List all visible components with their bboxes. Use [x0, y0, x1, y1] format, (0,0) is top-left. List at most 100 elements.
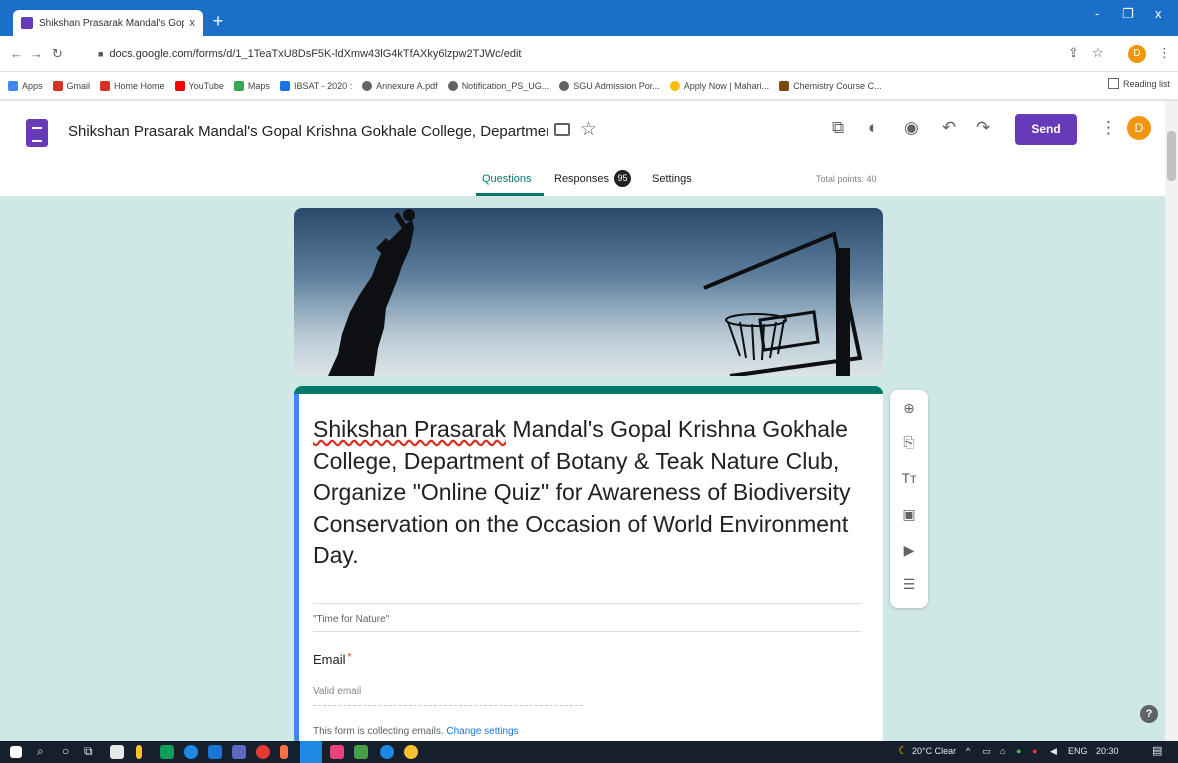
app-icon[interactable]: [330, 745, 344, 759]
back-arrow-icon[interactable]: ←: [10, 46, 23, 61]
addons-puzzle-icon[interactable]: ⧉: [832, 118, 844, 138]
edge-icon[interactable]: [184, 745, 198, 759]
email-field[interactable]: Valid email: [313, 686, 583, 706]
gmail-icon: [52, 80, 63, 91]
bookmark-ibsat[interactable]: IBSAT - 2020 :: [279, 80, 352, 91]
change-settings-link[interactable]: Change settings: [446, 726, 518, 737]
minimize-button[interactable]: -: [1095, 6, 1099, 21]
maps-icon: [233, 80, 244, 91]
close-tab-icon[interactable]: x: [190, 17, 196, 29]
import-questions-icon[interactable]: ⎘: [890, 434, 928, 451]
tray-app-icon[interactable]: ●: [1016, 746, 1021, 756]
windows-start-icon[interactable]: [10, 746, 22, 758]
globe-icon: [362, 80, 373, 91]
add-image-icon[interactable]: ▣: [890, 506, 928, 523]
avatar[interactable]: D: [1127, 116, 1151, 140]
language-indicator[interactable]: ENG: [1068, 746, 1088, 756]
reading-list-button[interactable]: Reading list: [1107, 78, 1170, 89]
bookmark-apply[interactable]: Apply Now | Mahari...: [669, 80, 769, 91]
total-points: Total points: 40: [816, 174, 877, 184]
form-title-field[interactable]: Shikshan Prasarak Mandal's Gopal Krishna…: [313, 414, 858, 572]
chrome-icon[interactable]: [404, 745, 418, 759]
scrollbar-thumb[interactable]: [1167, 131, 1176, 181]
redo-icon[interactable]: ↷: [976, 118, 990, 138]
add-video-icon[interactable]: ▶: [890, 542, 928, 559]
active-tab-indicator: [476, 193, 544, 196]
tray-app-icon[interactable]: ●: [1032, 746, 1037, 756]
app-icon[interactable]: [232, 745, 246, 759]
app-icon[interactable]: [280, 745, 288, 759]
folder-icon[interactable]: [554, 123, 570, 136]
forms-header: Shikshan Prasarak Mandal's Gopal Krishna…: [0, 101, 1165, 197]
globe-icon: [559, 80, 570, 91]
bookmark-annexure[interactable]: Annexure A.pdf: [362, 80, 438, 91]
email-question-label: Email *: [313, 652, 352, 667]
card-accent-bar: [294, 386, 883, 394]
app-icon[interactable]: [160, 745, 174, 759]
browser-profile-avatar[interactable]: D: [1128, 45, 1146, 63]
share-icon[interactable]: ⇪: [1068, 45, 1079, 61]
send-button[interactable]: Send: [1015, 114, 1077, 145]
active-app-icon[interactable]: [300, 741, 322, 763]
palette-icon[interactable]: ◐: [868, 118, 878, 138]
help-icon[interactable]: ?: [1140, 705, 1158, 723]
bookmark-sgu[interactable]: SGU Admission Por...: [559, 80, 660, 91]
reload-icon[interactable]: ↻: [52, 46, 63, 62]
add-title-icon[interactable]: Tт: [890, 470, 928, 486]
app-icon[interactable]: [136, 745, 142, 759]
bookmark-gmail[interactable]: Gmail: [52, 80, 90, 91]
bookmark-maps[interactable]: Maps: [233, 80, 270, 91]
google-forms-logo-icon[interactable]: [26, 119, 48, 147]
bookmark-star-icon[interactable]: ☆: [1092, 45, 1104, 61]
notification-icon[interactable]: ▤: [1152, 744, 1162, 757]
bookmark-apps[interactable]: Apps: [8, 80, 43, 91]
tab-settings[interactable]: Settings: [652, 173, 692, 185]
app-icon[interactable]: [208, 745, 222, 759]
weather-icon: ☾: [898, 745, 908, 757]
browser-tab-strip: Shikshan Prasarak Mandal's Gop x + - ❐ x: [0, 0, 1178, 36]
bookmark-home[interactable]: Home Home: [100, 80, 165, 91]
browser-menu-icon[interactable]: ⋮: [1158, 45, 1171, 61]
page-scrollbar[interactable]: [1165, 101, 1178, 741]
browser-tab[interactable]: Shikshan Prasarak Mandal's Gop x: [13, 10, 203, 36]
form-description-field[interactable]: "Time for Nature": [313, 614, 389, 625]
battery-icon[interactable]: ▭: [982, 746, 991, 757]
more-options-icon[interactable]: ⋮: [1100, 118, 1117, 138]
star-icon[interactable]: ☆: [580, 118, 597, 141]
app-icon[interactable]: [256, 745, 270, 759]
form-title-card[interactable]: Shikshan Prasarak Mandal's Gopal Krishna…: [294, 386, 883, 746]
reading-list-icon: [1107, 78, 1119, 89]
task-view-icon[interactable]: ⧉: [84, 744, 93, 759]
add-question-icon[interactable]: ⊕: [890, 400, 928, 417]
app-icon[interactable]: [354, 745, 368, 759]
tray-chevron-icon[interactable]: ^: [966, 746, 970, 756]
divider: [313, 631, 861, 632]
url-text: docs.google.com/forms/d/1_1TeaTxU8DsF5K-…: [109, 48, 522, 60]
weather-text[interactable]: 20°C Clear: [912, 746, 956, 756]
store-icon[interactable]: [110, 745, 124, 759]
bookmark-chemistry[interactable]: Chemistry Course C...: [779, 80, 882, 91]
forward-arrow-icon[interactable]: →: [30, 46, 43, 61]
network-icon[interactable]: ⌂: [1000, 746, 1005, 756]
address-bar-row: ← → ↻ ■ docs.google.com/forms/d/1_1TeaTx…: [0, 36, 1178, 72]
form-doc-title[interactable]: Shikshan Prasarak Mandal's Gopal Krishna…: [68, 123, 548, 140]
preview-eye-icon[interactable]: ◉: [904, 118, 919, 138]
header-banner-image: [294, 208, 883, 376]
search-icon[interactable]: ⌕: [37, 744, 44, 759]
tab-responses[interactable]: Responses: [554, 173, 609, 185]
volume-icon[interactable]: ◀: [1050, 746, 1057, 757]
clock[interactable]: 20:30: [1096, 746, 1119, 756]
windows-taskbar: ⌕ ○ ⧉ ☾ 20°C Clear ^ ▭ ⌂ ● ● ◀ ENG 20:30…: [0, 741, 1178, 763]
tab-questions[interactable]: Questions: [482, 173, 532, 185]
close-window-button[interactable]: x: [1155, 6, 1162, 21]
url-bar[interactable]: ■ docs.google.com/forms/d/1_1TeaTxU8DsF5…: [88, 42, 1038, 66]
restore-button[interactable]: ❐: [1122, 6, 1134, 22]
chrome-icon[interactable]: [380, 745, 394, 759]
required-asterisk: *: [347, 652, 352, 663]
bookmark-notification[interactable]: Notification_PS_UG...: [447, 80, 549, 91]
cortana-icon[interactable]: ○: [62, 744, 69, 758]
bookmark-youtube[interactable]: YouTube: [174, 80, 224, 91]
undo-icon[interactable]: ↶: [942, 118, 956, 138]
new-tab-button[interactable]: +: [208, 12, 228, 32]
add-section-icon[interactable]: ☰: [890, 576, 928, 593]
